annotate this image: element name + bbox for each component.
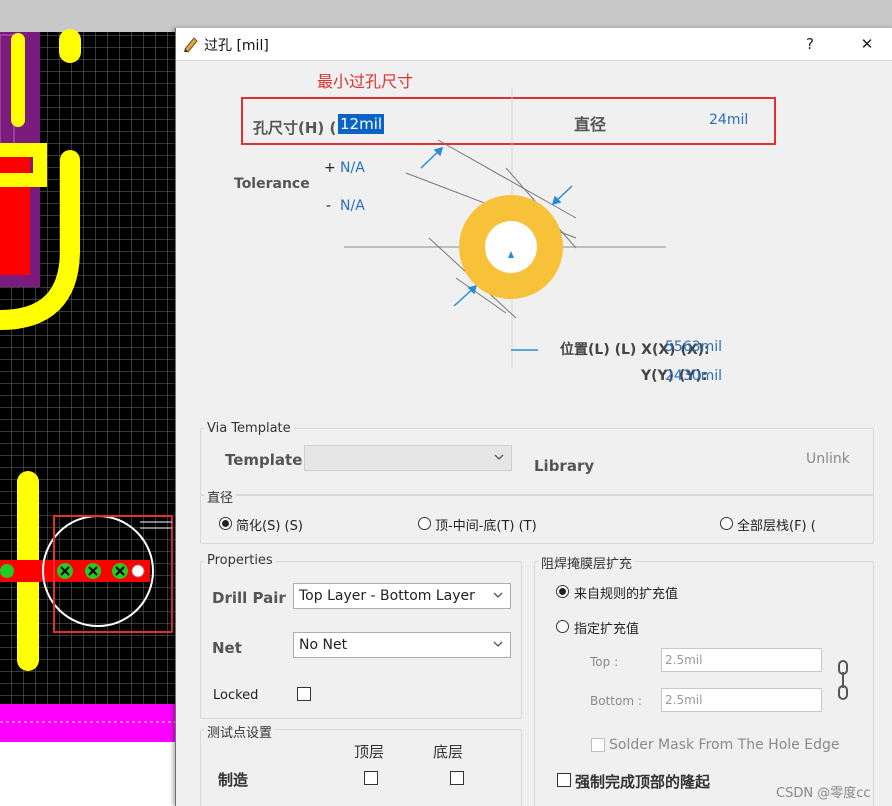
watermark: CSDN @零度cc — [776, 786, 871, 801]
tolerance-label: Tolerance — [234, 176, 310, 192]
testpoint-fab-bottom-checkbox[interactable] — [450, 771, 464, 785]
net-select[interactable]: No Net — [293, 632, 511, 658]
mask-top-input[interactable]: 2.5mil — [661, 648, 822, 672]
selected-via[interactable] — [131, 564, 145, 578]
location-x-value[interactable]: 5563mil — [665, 339, 722, 355]
locked-checkbox[interactable] — [297, 687, 311, 701]
testpoint-bottom-col: 底层 — [433, 743, 464, 761]
radio-simple[interactable] — [219, 517, 232, 530]
via-properties-dialog: 过孔 [mil] ? ✕ 最小过孔尺寸 孔尺寸(H) ( 12mil 直径 24… — [175, 28, 892, 806]
via-green-1 — [0, 564, 14, 578]
pad-red — [0, 150, 30, 275]
library-label: Library — [534, 457, 595, 475]
chevron-down-icon — [494, 454, 504, 460]
radio-top-middle-bottom-label[interactable]: 顶-中间-底(T) (T) — [435, 515, 537, 534]
diameter-label: 直径 — [574, 115, 607, 134]
radio-simple-label[interactable]: 简化(S) (S) — [236, 515, 303, 534]
link-chain-icon[interactable] — [836, 660, 850, 700]
pcb-magenta-band — [0, 704, 178, 742]
plus-sign: + — [324, 160, 336, 176]
testpoint-fab-top-checkbox[interactable] — [364, 771, 378, 785]
radio-mask-from-rule[interactable] — [556, 585, 569, 598]
radio-top-middle-bottom[interactable] — [418, 517, 431, 530]
unlink-button[interactable]: Unlink — [806, 451, 850, 467]
testpoint-top-col: 顶层 — [354, 743, 385, 761]
via-hole — [485, 221, 537, 273]
pcb-canvas[interactable] — [0, 0, 178, 806]
drill-pair-select[interactable]: Top Layer - Bottom Layer — [293, 583, 511, 609]
net-label: Net — [212, 639, 242, 657]
force-tenting-checkbox[interactable] — [557, 773, 571, 787]
location-y-value[interactable]: 2430mil — [665, 368, 722, 384]
hole-size-input[interactable]: 12mil — [338, 114, 385, 134]
radio-mask-manual[interactable] — [556, 620, 569, 633]
mask-bottom-input[interactable]: 2.5mil — [661, 688, 822, 712]
testpoint-fab-label: 制造 — [218, 771, 249, 789]
radio-mask-manual-label[interactable]: 指定扩充值 — [574, 618, 639, 637]
diameter-mode-title: 直径 — [204, 487, 237, 506]
diameter-value[interactable]: 24mil — [709, 112, 748, 128]
drill-pair-label: Drill Pair — [212, 589, 286, 607]
locked-label: Locked — [213, 688, 259, 703]
mask-top-label: Top : — [590, 655, 619, 669]
properties-title: Properties — [204, 553, 276, 568]
force-tenting-label: 强制完成顶部的隆起 — [575, 773, 711, 791]
template-select[interactable] — [304, 445, 512, 471]
pcb-bottom-area — [0, 742, 178, 806]
mask-from-hole-label: Solder Mask From The Hole Edge — [609, 737, 840, 753]
radio-full-stack-label[interactable]: 全部层栈(F) ( — [737, 515, 816, 534]
testpoint-title: 测试点设置 — [204, 722, 276, 741]
mask-bottom-label: Bottom : — [590, 694, 642, 708]
solder-mask-title: 阻焊掩膜层扩充 — [538, 553, 636, 572]
template-label: Template — [225, 451, 303, 469]
hole-size-label: 孔尺寸(H) ( — [253, 119, 337, 137]
pcb-drawing — [0, 29, 178, 806]
radio-mask-from-rule-label[interactable]: 来自规则的扩充值 — [574, 583, 678, 602]
chevron-down-icon — [493, 592, 503, 598]
minus-sign: - — [326, 198, 332, 214]
chevron-down-icon — [493, 641, 503, 647]
via-diagram — [344, 88, 666, 368]
tolerance-plus-value[interactable]: N/A — [340, 160, 365, 176]
mask-from-hole-checkbox[interactable] — [591, 738, 605, 752]
tolerance-minus-value[interactable]: N/A — [340, 198, 365, 214]
radio-full-stack[interactable] — [720, 517, 733, 530]
via-template-title: Via Template — [204, 421, 294, 436]
